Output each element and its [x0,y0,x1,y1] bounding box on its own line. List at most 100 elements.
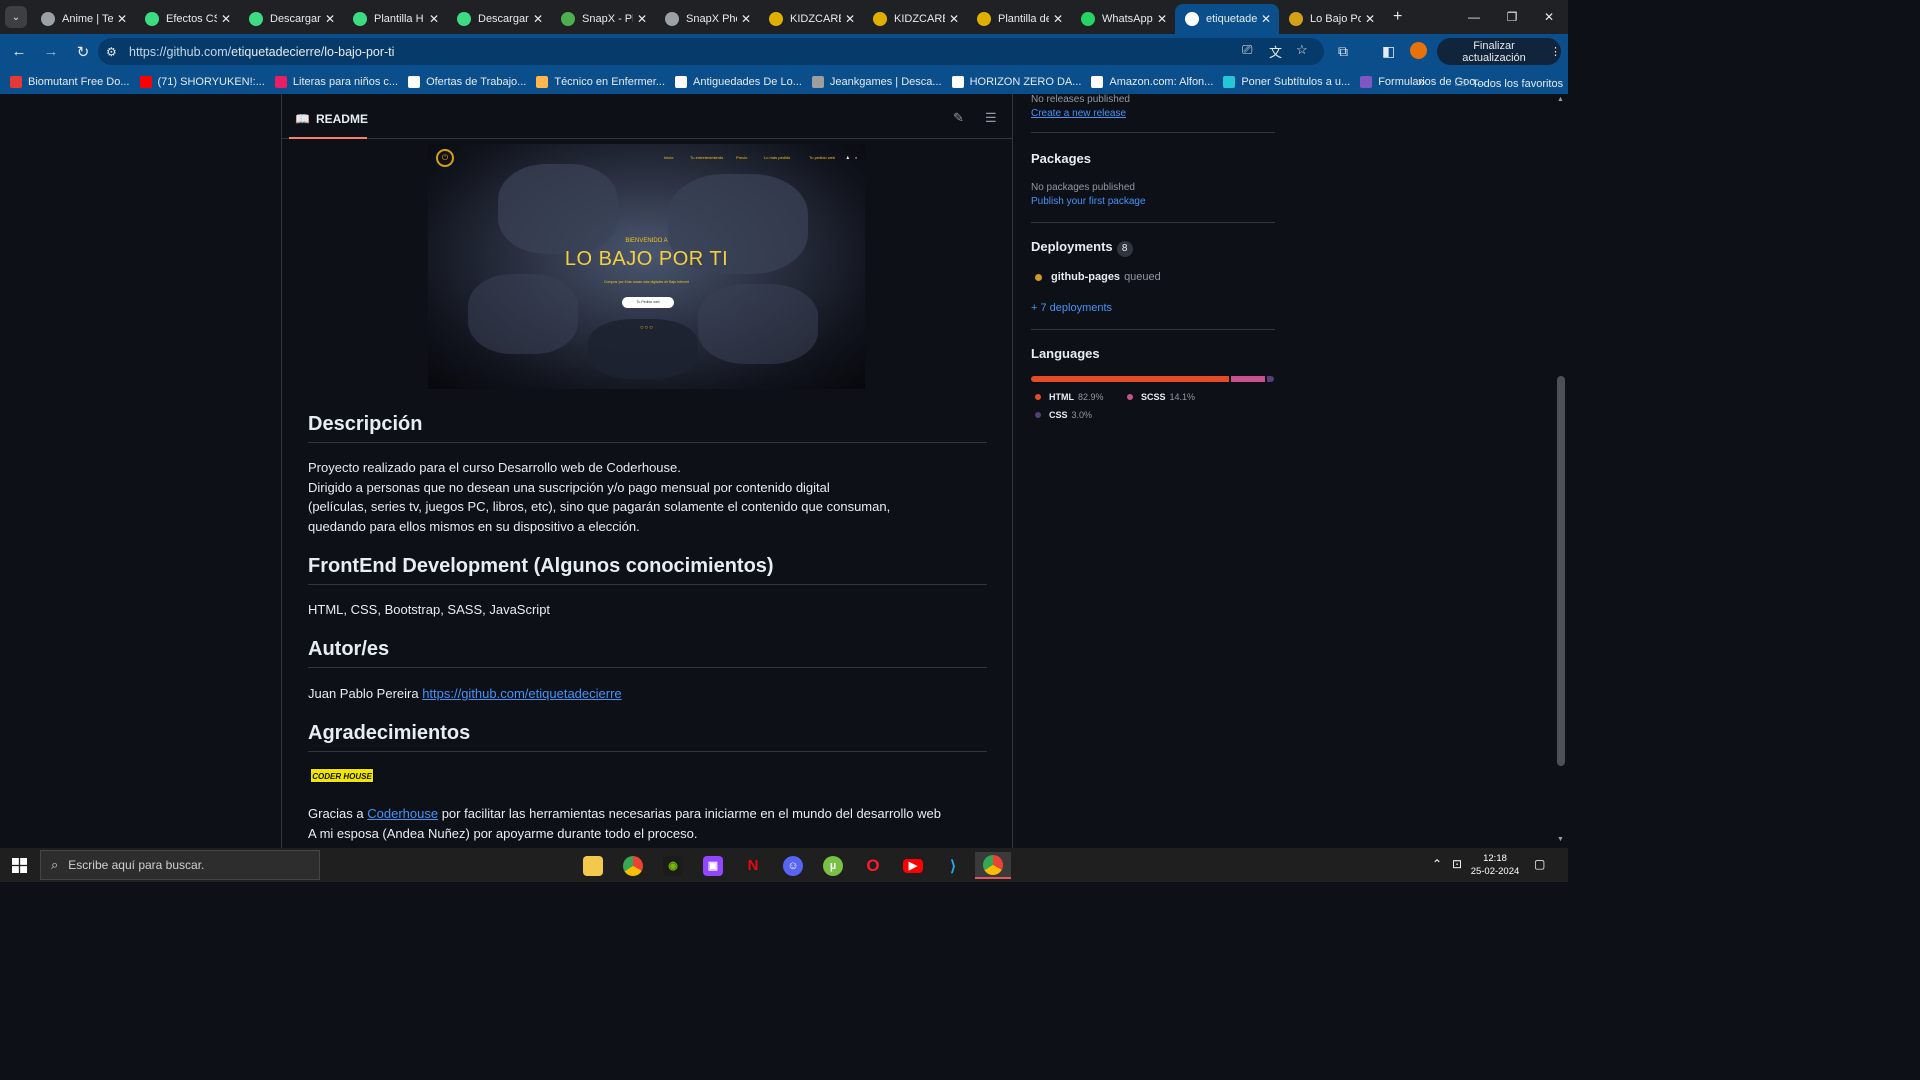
languages-heading: Languages [1031,346,1100,361]
tray-chevron-icon[interactable]: ⌃ [1432,857,1442,871]
tab-label: Plantilla de [998,13,1049,25]
forward-button[interactable]: → [36,37,66,67]
readme-tab[interactable]: 📖 README [289,100,368,139]
nvidia-app[interactable]: ◉ [655,852,691,879]
address-url[interactable]: https://github.com/etiquetadecierre/lo-b… [129,45,394,59]
edit-pencil-icon[interactable]: ✎ [953,110,964,126]
close-tab-icon[interactable]: ✕ [845,12,855,26]
bookmark-item[interactable]: Ofertas de Trabajo... [408,75,526,88]
reload-button[interactable]: ↻ [68,37,98,67]
restore-button[interactable]: ❐ [1493,0,1531,34]
browser-tab[interactable]: Plantilla H ✕ [343,4,447,34]
bookmarks-overflow-button[interactable]: » [1418,74,1425,89]
chrome-app[interactable] [615,852,651,879]
close-tab-icon[interactable]: ✕ [1053,12,1063,26]
browser-tab[interactable]: Descargar ✕ [239,4,343,34]
scroll-down-icon[interactable]: ▼ [1557,836,1564,843]
browser-tab[interactable]: etiquetade ✕ [1175,4,1279,34]
close-tab-icon[interactable]: ✕ [949,12,959,26]
twitch-app[interactable]: ▣ [695,852,731,879]
browser-tab[interactable]: WhatsApp ✕ [1071,4,1175,34]
all-bookmarks-button[interactable]: 🗀 Todos los favoritos [1455,74,1563,93]
browser-tab[interactable]: Efectos CS ✕ [135,4,239,34]
coderhouse-link[interactable]: Coderhouse [367,806,438,821]
page-scrollbar[interactable]: ▲ ▼ [1553,94,1568,848]
bookmark-item[interactable]: Técnico en Enfermer... [536,75,665,88]
opera-app[interactable]: O [855,852,891,879]
outline-list-icon[interactable]: ☰ [985,110,997,126]
scroll-up-icon[interactable]: ▲ [1557,96,1564,103]
file-explorer-app[interactable] [575,852,611,879]
close-tab-icon[interactable]: ✕ [117,12,127,26]
bookmark-star-icon[interactable]: ☆ [1296,42,1308,58]
bookmark-item[interactable]: Biomutant Free Do... [10,75,130,88]
discord-app[interactable]: ☺ [775,852,811,879]
tab-label: WhatsApp [1102,13,1153,25]
browser-tab[interactable]: Descargar ✕ [447,4,551,34]
new-tab-button[interactable]: + [1393,8,1402,26]
deployment-name: github-pages [1051,271,1121,283]
bookmark-item[interactable]: (71) SHORYUKEN!:... [139,75,265,88]
browser-tab[interactable]: KIDZCARE ✕ [759,4,863,34]
side-panel-icon[interactable]: ◧ [1382,43,1395,60]
close-tab-icon[interactable]: ✕ [533,12,543,26]
back-button[interactable]: ← [4,37,34,67]
address-bar[interactable]: ⚙ https://github.com/etiquetadecierre/lo… [98,38,1324,65]
extensions-icon[interactable]: ⧉ [1338,43,1348,60]
tab-search-button[interactable]: ⌄ [5,6,27,28]
vscode-app[interactable]: ⟩ [935,852,971,879]
close-tab-icon[interactable]: ✕ [325,12,335,26]
chrome-active-app[interactable] [975,852,1011,879]
translate-icon[interactable]: 文 [1269,42,1282,61]
start-button[interactable] [0,848,38,882]
create-release-link[interactable]: Create a new release [1031,108,1126,119]
languages-bar [1031,376,1274,382]
autor-github-link[interactable]: https://github.com/etiquetadecierre [422,686,621,701]
language-css[interactable]: CSS 3.0% [1035,410,1092,420]
bookmark-item[interactable]: Literas para niños c... [274,75,398,88]
deployments-heading[interactable]: Deployments 8 [1031,239,1133,257]
reload-icon: ↻ [76,43,90,61]
browser-tab[interactable]: SnapX Pho ✕ [655,4,759,34]
bookmark-item[interactable]: Amazon.com: Alfon... [1091,75,1213,88]
bookmark-item[interactable]: HORIZON ZERO DA... [951,75,1081,88]
scrollbar-thumb[interactable] [1557,376,1565,766]
profile-avatar[interactable] [1410,42,1427,59]
publish-package-link[interactable]: Publish your first package [1031,196,1146,207]
update-button[interactable]: Finalizar actualización ⋮ [1437,38,1561,65]
taskbar-clock[interactable]: 12:18 25-02-2024 [1470,852,1520,878]
deployment-item[interactable]: github-pages queued [1035,271,1161,283]
notifications-icon[interactable]: ▢ [1534,857,1545,871]
bookmark-item[interactable]: Jeankgames | Desca... [811,75,942,88]
bookmark-item[interactable]: Poner Subtítulos a u... [1223,75,1350,88]
bookmark-favicon-icon [536,75,549,88]
bookmark-item[interactable]: Antiguedades De Lo... [675,75,802,88]
browser-tab[interactable]: Lo Bajo Po ✕ [1279,4,1383,34]
install-app-icon[interactable]: ⎚ [1242,42,1252,58]
close-tab-icon[interactable]: ✕ [637,12,647,26]
browser-tab[interactable]: KIDZCARE ✕ [863,4,967,34]
utorrent-app[interactable]: µ [815,852,851,879]
more-deployments-link[interactable]: + 7 deployments [1031,302,1112,314]
language-scss[interactable]: SCSS 14.1% [1127,392,1195,402]
netflix-app[interactable]: N [735,852,771,879]
taskbar-search-box[interactable]: ⌕ Escribe aquí para buscar. [40,850,320,880]
browser-tab[interactable]: Plantilla de ✕ [967,4,1071,34]
minimize-button[interactable]: — [1455,0,1493,34]
hero-carousel-dots: ○○○ [640,325,654,331]
close-window-button[interactable]: ✕ [1530,0,1568,34]
browser-tab[interactable]: SnapX - Pl ✕ [551,4,655,34]
close-tab-icon[interactable]: ✕ [741,12,751,26]
close-tab-icon[interactable]: ✕ [1157,12,1167,26]
packages-heading[interactable]: Packages [1031,151,1091,166]
hero-nav-item: Lo más pedido [764,155,791,160]
language-html[interactable]: HTML 82.9% [1035,392,1104,402]
close-tab-icon[interactable]: ✕ [1261,12,1271,26]
network-icon[interactable]: ⊡ [1452,857,1462,871]
youtube-app[interactable]: ▶ [895,852,931,879]
close-tab-icon[interactable]: ✕ [221,12,231,26]
site-info-icon[interactable]: ⚙ [106,45,126,59]
close-tab-icon[interactable]: ✕ [429,12,439,26]
close-tab-icon[interactable]: ✕ [1365,12,1375,26]
browser-tab[interactable]: Anime | Te ✕ [31,4,135,34]
